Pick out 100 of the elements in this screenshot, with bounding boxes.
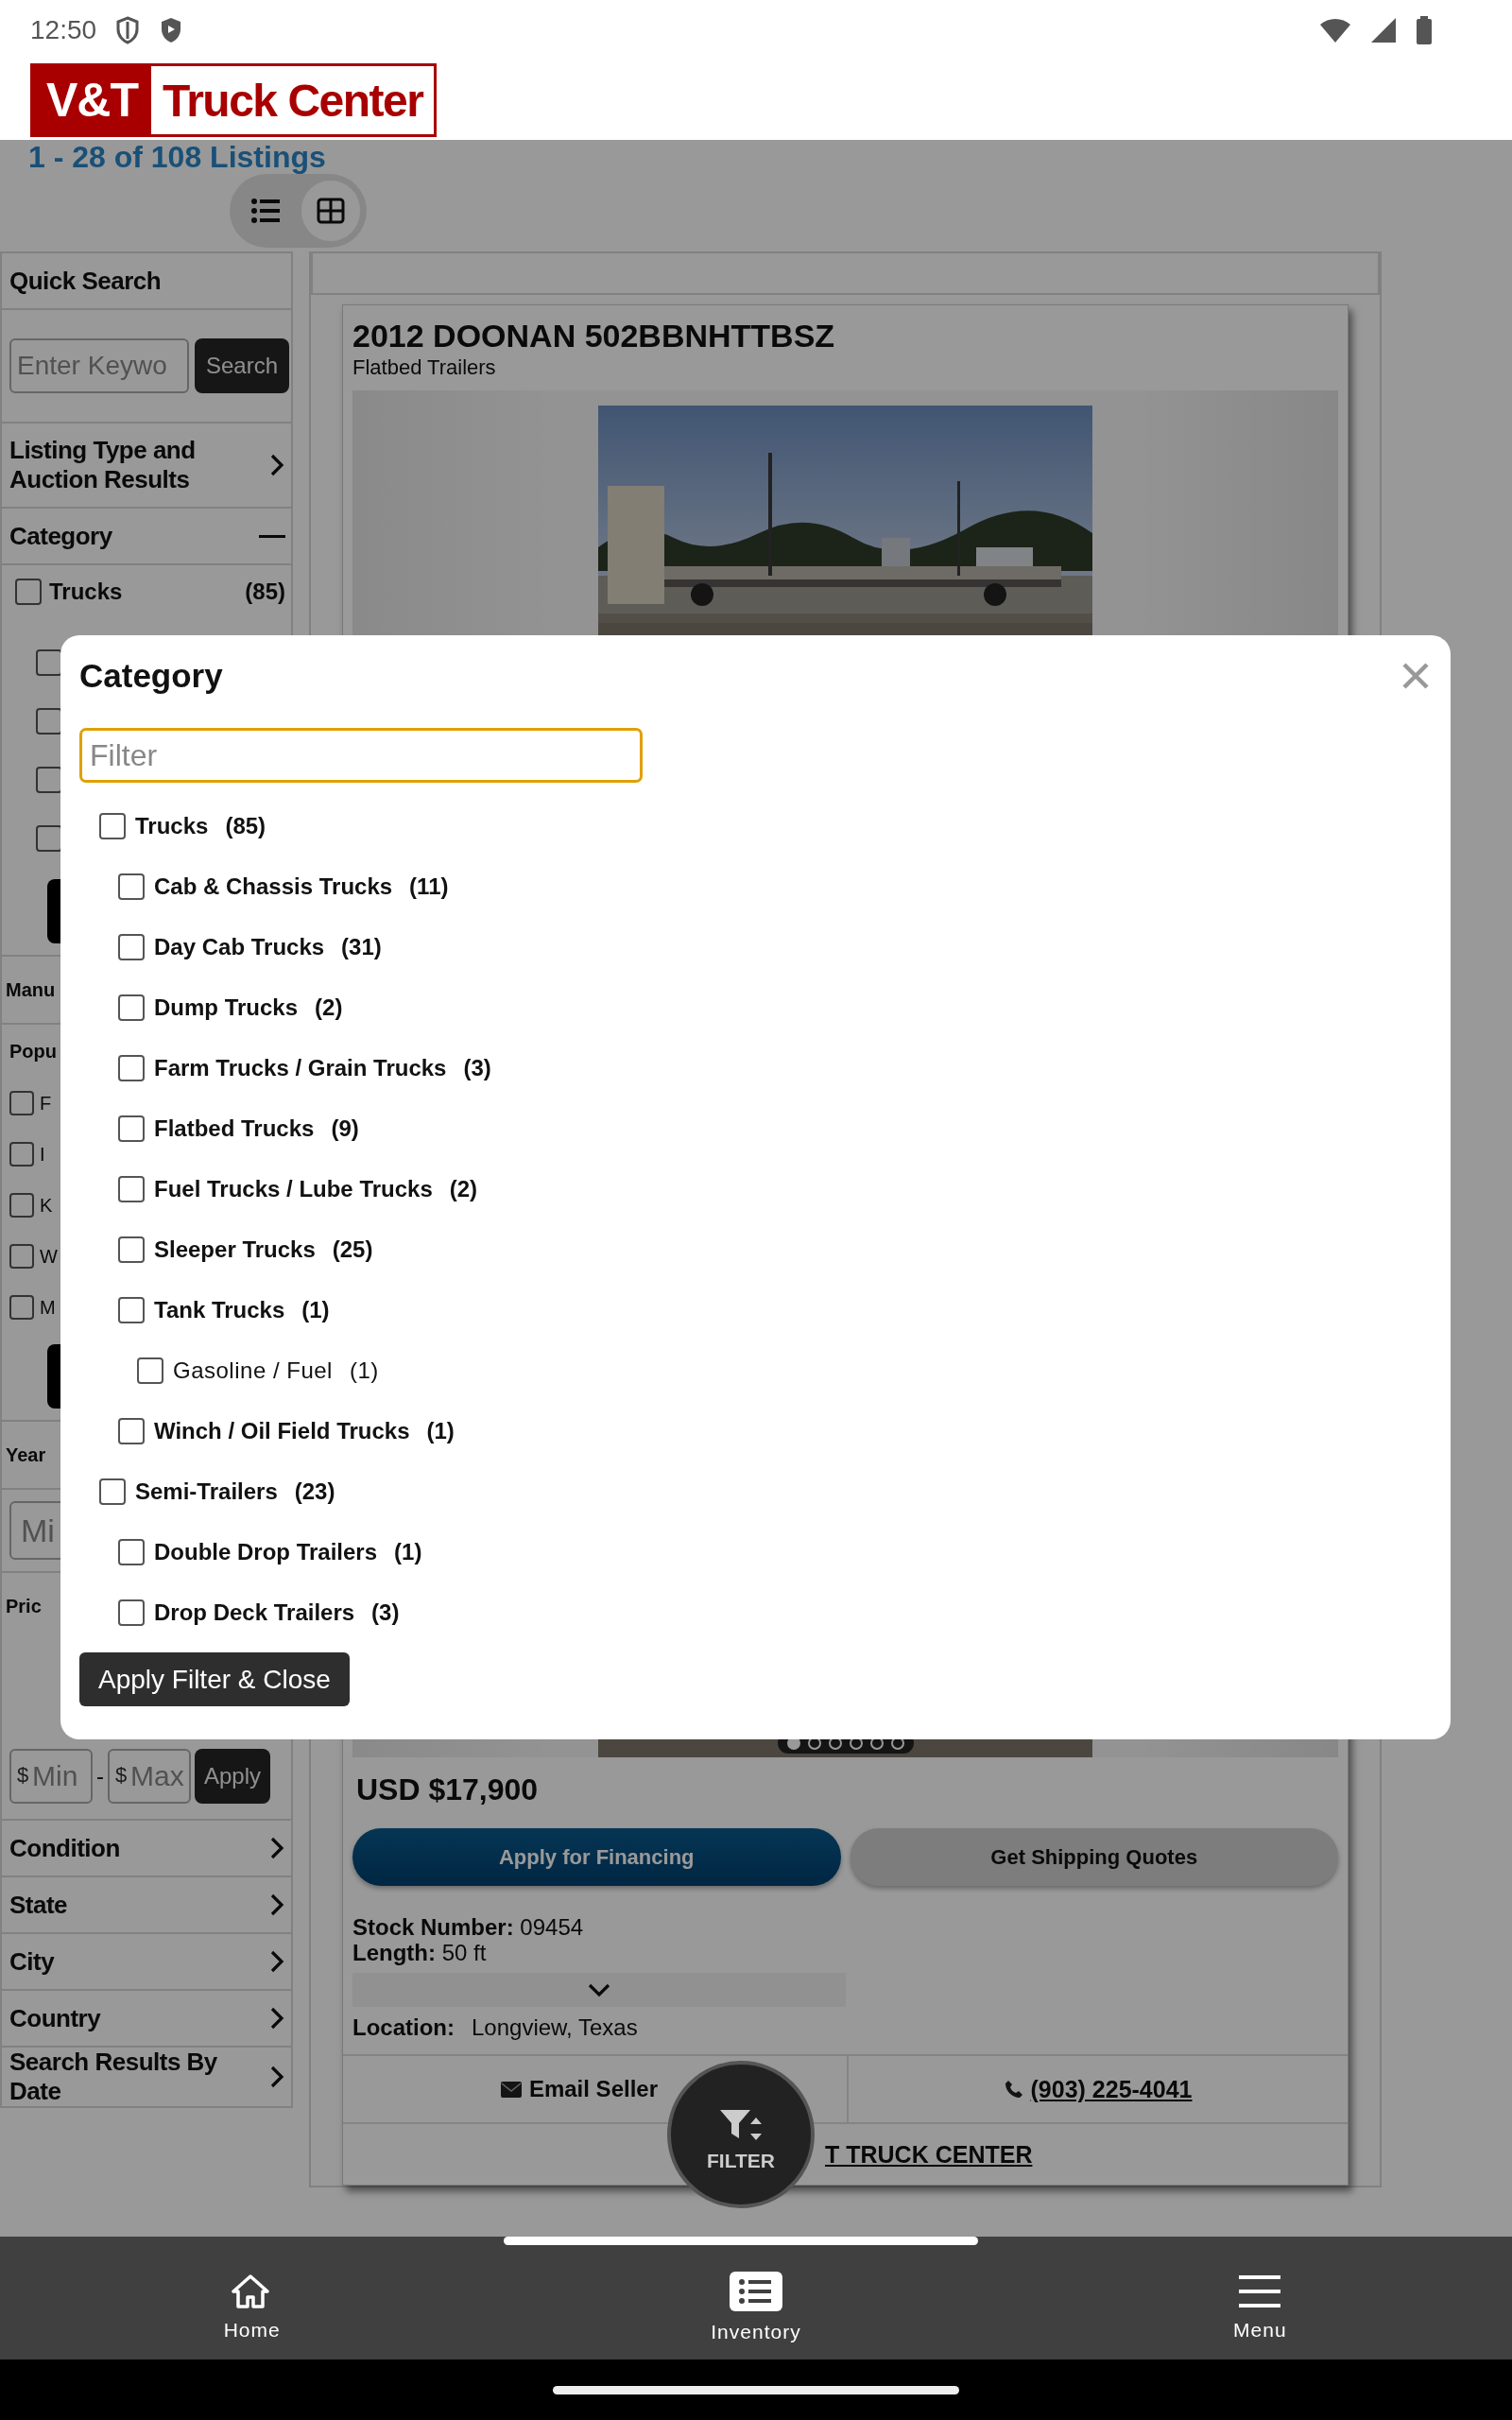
- checkbox[interactable]: [118, 1176, 145, 1202]
- option-label[interactable]: Dump Trucks: [154, 994, 299, 1021]
- currency-sign: $: [115, 1764, 128, 1787]
- option-label[interactable]: Tank Trucks: [154, 1297, 285, 1323]
- checkbox[interactable]: [118, 1115, 145, 1142]
- option-label[interactable]: Fuel Trucks / Lube Trucks: [154, 1176, 433, 1202]
- grid-icon: [316, 198, 345, 224]
- keyword-field[interactable]: Enter Keywo: [9, 338, 189, 393]
- option-count: (1): [394, 1539, 422, 1565]
- section-title[interactable]: Search Results By Date: [9, 2048, 266, 2106]
- envelope-icon: [500, 2081, 522, 2098]
- location-value: Longview, Texas: [472, 2014, 638, 2041]
- financing-button[interactable]: Apply for Financing: [352, 1828, 841, 1886]
- option-label[interactable]: Gasoline / Fuel: [173, 1357, 333, 1384]
- option-count: (31): [341, 934, 382, 960]
- section-title[interactable]: Category: [9, 521, 112, 551]
- option-label[interactable]: Flatbed Trucks: [154, 1115, 315, 1142]
- checkbox[interactable]: [118, 873, 145, 900]
- checkbox[interactable]: [9, 1091, 34, 1115]
- listing-title[interactable]: 2012 DOONAN 502BBNHTTBSZ: [352, 317, 1338, 354]
- dealer-link[interactable]: T TRUCK CENTER: [825, 2140, 1033, 2169]
- battery-icon: [1416, 16, 1433, 44]
- option-label[interactable]: Drop Deck Trailers: [154, 1599, 355, 1626]
- listing-category: Flatbed Trailers: [352, 354, 497, 381]
- checkbox[interactable]: [118, 1539, 145, 1565]
- option-label[interactable]: Semi-Trailers: [135, 1478, 278, 1505]
- checkbox[interactable]: [118, 1297, 145, 1323]
- apply-button[interactable]: Apply: [195, 1749, 271, 1804]
- checkbox[interactable]: [118, 1236, 145, 1263]
- option-count: (1): [301, 1297, 330, 1323]
- checkbox[interactable]: [9, 1244, 34, 1269]
- checkbox[interactable]: [99, 813, 126, 839]
- checkbox[interactable]: [9, 1193, 34, 1218]
- option-label: M: [40, 1296, 56, 1319]
- option-count: (1): [426, 1418, 455, 1444]
- option-label[interactable]: Cab & Chassis Trucks: [154, 873, 393, 900]
- section-title[interactable]: Country: [9, 2003, 101, 2033]
- option-label[interactable]: Farm Trucks / Grain Trucks: [154, 1055, 447, 1081]
- checkbox[interactable]: [118, 994, 145, 1021]
- shield-icon: [115, 16, 141, 44]
- spec-line: Length: 50 ft: [352, 1940, 488, 1965]
- option-label: K: [40, 1194, 53, 1217]
- checkbox[interactable]: [15, 579, 42, 605]
- phone-icon: [1004, 2080, 1023, 2099]
- apply-filter-button[interactable]: Apply Filter & Close: [79, 1652, 350, 1706]
- section-title[interactable]: Condition: [9, 1833, 120, 1863]
- currency-sign: $: [17, 1764, 29, 1787]
- chevron-down-icon: [588, 1982, 610, 1997]
- checkbox[interactable]: [118, 934, 145, 960]
- checkbox[interactable]: [137, 1357, 163, 1384]
- option-label[interactable]: Day Cab Trucks: [154, 934, 325, 960]
- grid-view-button[interactable]: [301, 181, 360, 241]
- option-label: F: [40, 1092, 52, 1115]
- checkbox[interactable]: [118, 1599, 145, 1626]
- filter-field[interactable]: Filter: [79, 728, 643, 783]
- signal-icon: [1370, 17, 1397, 43]
- checkbox[interactable]: [36, 767, 62, 793]
- checkbox[interactable]: [9, 1295, 34, 1320]
- option-label[interactable]: Winch / Oil Field Trucks: [154, 1418, 410, 1444]
- option-count: (9): [331, 1115, 359, 1142]
- option-label: W: [40, 1245, 58, 1268]
- range-separator: -: [96, 1763, 104, 1789]
- option-label: I: [40, 1143, 45, 1166]
- checkbox[interactable]: [36, 825, 62, 852]
- option-label[interactable]: Double Drop Trailers: [154, 1539, 378, 1565]
- wifi-icon: [1319, 17, 1351, 43]
- section-title: Quick Search: [9, 266, 162, 296]
- section-title[interactable]: Listing Type and Auction Results: [9, 436, 266, 494]
- listing-price: USD $17,900: [356, 1772, 540, 1807]
- spec-line: Stock Number: 09454: [352, 1914, 585, 1940]
- dialog-title: Category: [79, 657, 223, 695]
- nav-item[interactable]: Menu: [1146, 2255, 1374, 2342]
- option-count: (2): [315, 994, 343, 1021]
- checkbox[interactable]: [9, 1142, 34, 1167]
- logo[interactable]: V&T Truck Center: [30, 63, 438, 137]
- checkbox[interactable]: [36, 708, 62, 735]
- option-count: (3): [371, 1599, 400, 1626]
- checkbox[interactable]: [118, 1418, 145, 1444]
- option-count: (2): [449, 1176, 478, 1202]
- option-count: (11): [409, 873, 449, 900]
- checkbox[interactable]: [99, 1478, 126, 1505]
- close-icon[interactable]: [1401, 662, 1430, 690]
- nav-item[interactable]: Inventory: [643, 2253, 869, 2343]
- option-label[interactable]: Sleeper Trucks: [154, 1236, 316, 1263]
- option-label[interactable]: Trucks: [135, 813, 209, 839]
- menu-icon: [1239, 2273, 1281, 2309]
- results-count: 1 - 28 of 108 Listings: [27, 140, 327, 174]
- shipping-quotes-button[interactable]: Get Shipping Quotes: [850, 1828, 1338, 1886]
- phone-link[interactable]: (903) 225-4041: [1004, 2075, 1193, 2103]
- option-count: (1): [349, 1357, 379, 1384]
- section-title[interactable]: State: [9, 1890, 68, 1920]
- nav-item[interactable]: Home: [138, 2255, 366, 2342]
- section-title[interactable]: City: [9, 1946, 55, 1977]
- checkbox[interactable]: [36, 649, 62, 676]
- option-count: (85): [225, 813, 266, 839]
- list-icon: [730, 2272, 782, 2311]
- search-button[interactable]: Search: [195, 338, 290, 393]
- option-count: (85): [245, 579, 285, 605]
- checkbox[interactable]: [118, 1055, 145, 1081]
- section-title: Pric: [6, 1595, 42, 1617]
